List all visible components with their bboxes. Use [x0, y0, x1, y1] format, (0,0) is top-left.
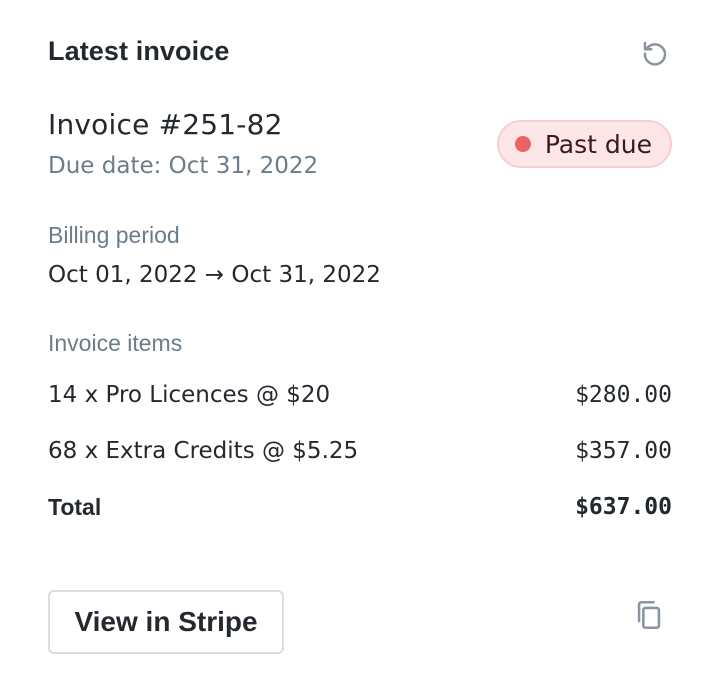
- invoice-item-amount: $357.00: [575, 438, 672, 464]
- view-in-stripe-button[interactable]: View in Stripe: [48, 590, 284, 654]
- due-date: Due date: Oct 31, 2022: [48, 153, 319, 179]
- invoice-item-name: 68 x Extra Credits @ $5.25: [48, 438, 359, 464]
- copy-icon[interactable]: [632, 598, 666, 632]
- status-dot-icon: [514, 136, 531, 152]
- invoice-item-row: 68 x Extra Credits @ $5.25 $357.00: [48, 438, 672, 470]
- billing-period-label: Billing period: [48, 222, 180, 248]
- status-badge-label: Past due: [544, 129, 652, 159]
- total-amount: $637.00: [575, 494, 672, 520]
- billing-period-value: Oct 01, 2022 → Oct 31, 2022: [48, 262, 381, 288]
- invoice-item-row: 14 x Pro Licences @ $20 $280.00: [48, 382, 672, 414]
- invoice-total-row: Total $637.00: [48, 494, 672, 526]
- card-title: Latest invoice: [48, 36, 230, 66]
- invoice-card: Latest invoice Invoice #251-82 Due date:…: [48, 0, 672, 686]
- invoice-items-label: Invoice items: [48, 330, 183, 356]
- card-header: Latest invoice: [48, 30, 672, 74]
- invoice-item-amount: $280.00: [575, 382, 672, 408]
- refresh-icon[interactable]: [640, 38, 670, 68]
- status-badge: Past due: [496, 120, 672, 168]
- invoice-item-name: 14 x Pro Licences @ $20: [48, 382, 331, 408]
- total-label: Total: [48, 494, 102, 520]
- invoice-number: Invoice #251-82: [48, 108, 283, 141]
